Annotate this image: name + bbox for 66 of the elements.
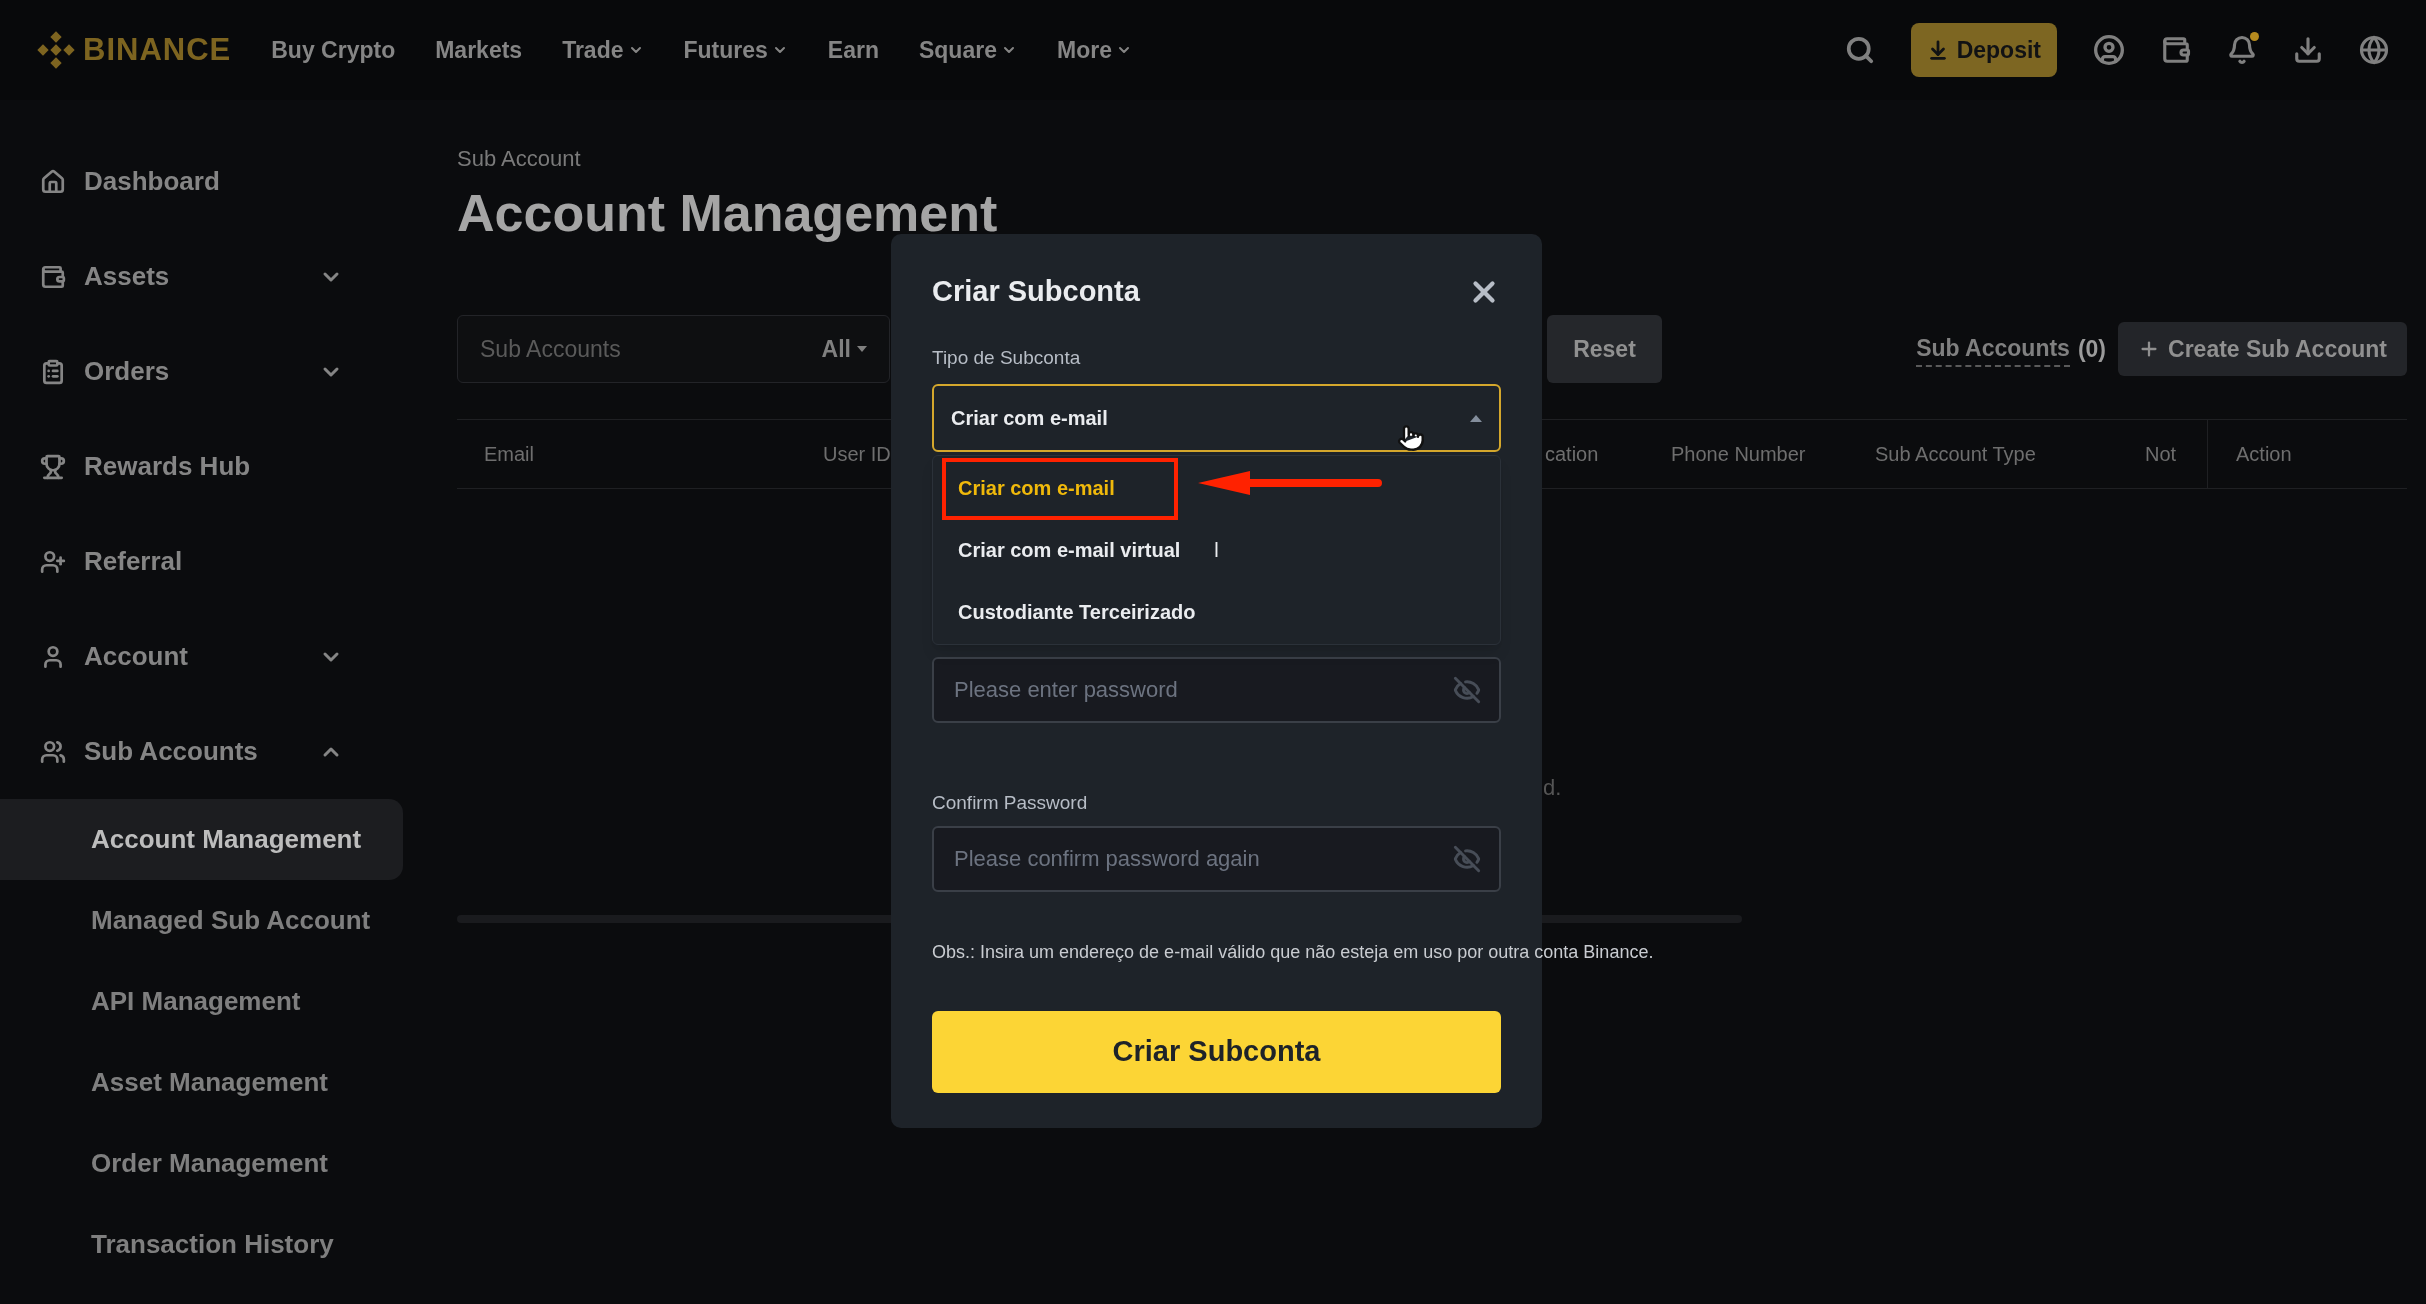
home-icon (40, 168, 66, 195)
create-sub-account-button[interactable]: Create Sub Account (2118, 322, 2407, 376)
note-text: Obs.: Insira um endereço de e-mail válido que não esteja em uso por outra conta Binance. (932, 941, 1654, 962)
user-plus-icon (40, 548, 66, 575)
sidebar-subitem[interactable]: Managed Sub Account (0, 880, 403, 961)
nav-link[interactable]: Markets (435, 32, 523, 68)
caret-up-icon (1470, 414, 1482, 422)
field-label: Tipo de Subconta (932, 345, 1082, 370)
sidebar-item[interactable]: Orders (0, 324, 403, 419)
profile-icon[interactable] (2093, 34, 2125, 66)
download-icon[interactable] (2293, 35, 2323, 65)
column-header: Action (2236, 442, 2292, 467)
sidebar-subitem[interactable]: Order Management (0, 1123, 403, 1204)
column-header: Email (484, 443, 534, 465)
sub-accounts-search-field[interactable]: Sub Accounts All (457, 315, 890, 383)
sidebar-item[interactable]: Rewards Hub (0, 419, 403, 514)
column-header: User ID (823, 443, 891, 465)
sidebar-subitem[interactable]: Transaction History (0, 1204, 403, 1285)
column-header: Not (2145, 443, 2177, 465)
users-icon (40, 738, 66, 765)
trophy-icon (40, 453, 66, 480)
page-title: Account Management (457, 183, 999, 243)
column-header: Sub Account Type (1875, 443, 2036, 465)
sidebar-item[interactable]: Assets (0, 229, 403, 324)
sidebar-item[interactable]: Sub Accounts (0, 704, 403, 799)
stray-mark: l (1214, 538, 1219, 563)
confirm-password-field[interactable]: Please confirm password again (932, 825, 1501, 892)
wallet-icon[interactable] (2161, 35, 2191, 65)
nav-link[interactable]: Futures (683, 32, 788, 68)
sub-accounts-count: (0) (2077, 334, 2107, 364)
sidebar-subitem[interactable]: API Management (0, 961, 403, 1042)
dropdown-option[interactable]: Criar com e-mail virtual (958, 535, 1181, 565)
sidebar-subitem[interactable]: Asset Management (0, 1042, 403, 1123)
reset-button[interactable]: Reset (1547, 315, 1662, 383)
column-header: Phone Number (1671, 443, 1806, 465)
deposit-button[interactable]: Deposit (1910, 23, 2057, 77)
breadcrumb[interactable]: Sub Account (457, 142, 2407, 175)
nav-link[interactable]: Square (919, 32, 1017, 68)
sidebar-item[interactable]: Account (0, 609, 403, 704)
brand-logo-text[interactable]: BINANCE (83, 26, 232, 74)
caret-down-icon (857, 346, 867, 352)
nav-link[interactable]: More (1056, 32, 1132, 68)
hand-cursor-icon (1397, 424, 1425, 452)
password-field[interactable]: Please enter password (932, 657, 1501, 723)
empty-table-message: d. (1543, 773, 1562, 802)
clipboard-icon (40, 358, 66, 385)
sub-accounts-link[interactable]: Sub Accounts (1916, 330, 2070, 368)
sidebar-item[interactable]: Referral (0, 514, 403, 609)
all-filter-select[interactable]: All (821, 331, 867, 367)
dialog-title: Criar Subconta (932, 274, 1140, 309)
create-subaccount-button[interactable]: Criar Subconta (932, 1010, 1501, 1093)
wallet-icon (40, 263, 66, 290)
subaccount-type-select[interactable]: Criar com e-mail (932, 384, 1501, 452)
logo-icon (37, 31, 75, 69)
field-label: Confirm Password (932, 791, 1089, 815)
nav-link[interactable]: Buy Crypto (271, 32, 396, 68)
dropdown-option[interactable]: Criar com e-mail (958, 473, 1115, 503)
column-header: cation (1545, 443, 1599, 465)
globe-icon[interactable] (2359, 35, 2389, 65)
sidebar-subitem[interactable]: Account Management (0, 799, 403, 880)
nav-link[interactable]: Trade (562, 32, 644, 68)
sidebar-item[interactable]: Dashboard (0, 134, 403, 229)
nav-link[interactable]: Earn (827, 32, 879, 68)
dropdown-option[interactable]: Custodiante Terceirizado (958, 597, 1196, 627)
notification-bell-icon[interactable] (2227, 35, 2257, 65)
search-icon[interactable] (1844, 35, 1875, 65)
